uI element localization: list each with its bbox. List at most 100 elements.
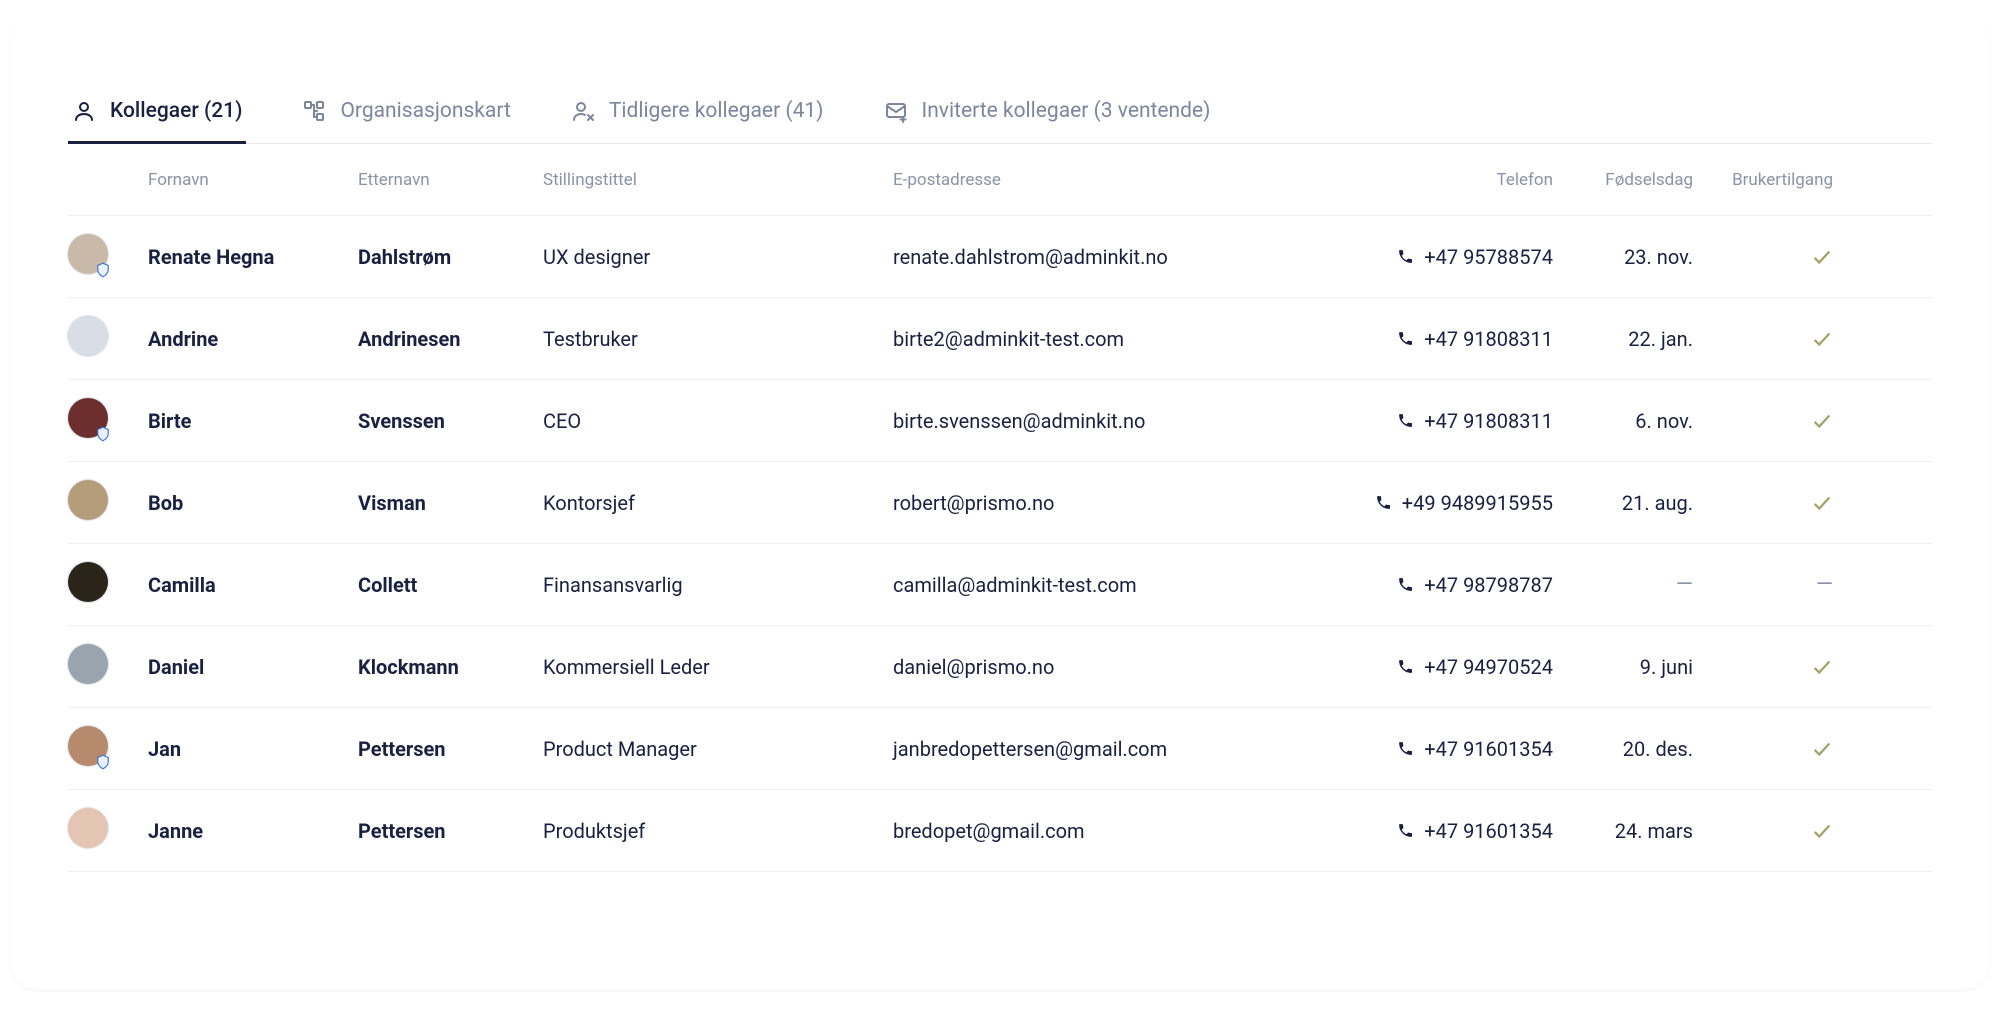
table-row[interactable]: DanielKlockmannKommersiell Lederdaniel@p… (68, 626, 1932, 708)
tabs-bar: Kollegaer (21) Organisasjonskart Tidligere… (68, 80, 1932, 144)
phone-icon (1397, 248, 1414, 265)
table-row[interactable]: Renate HegnaDahlstrømUX designerrenate.d… (68, 216, 1932, 298)
cell-title: Kontorsjef (543, 491, 893, 515)
check-icon (1811, 492, 1833, 514)
table-header-row: Fornavn Etternavn Stillingstittel E-post… (68, 144, 1932, 216)
tab-label: Tidligere kollegaer (41) (609, 99, 824, 123)
phone-icon (1397, 822, 1414, 839)
mail-plus-icon (884, 99, 908, 123)
cell-access (1693, 410, 1833, 432)
cell-phone[interactable]: +47 91601354 (1323, 819, 1553, 843)
col-header-last[interactable]: Etternavn (358, 170, 543, 190)
tab-mail-plus[interactable]: Inviterte kollegaer (3 ventende) (880, 80, 1215, 144)
cell-phone[interactable]: +47 91808311 (1323, 409, 1553, 433)
cell-email: birte.svenssen@adminkit.no (893, 409, 1323, 433)
phone-icon (1397, 412, 1414, 429)
table-row[interactable]: CamillaCollettFinansansvarligcamilla@adm… (68, 544, 1932, 626)
avatar[interactable] (68, 316, 108, 356)
table-row[interactable]: BirteSvenssenCEObirte.svenssen@adminkit.… (68, 380, 1932, 462)
table-body: Renate HegnaDahlstrømUX designerrenate.d… (68, 216, 1932, 872)
cell-first: Andrine (148, 327, 358, 351)
check-icon (1811, 410, 1833, 432)
cell-access (1693, 328, 1833, 350)
avatar[interactable] (68, 398, 108, 438)
cell-email: janbredopettersen@gmail.com (893, 737, 1323, 761)
cell-birthday: 9. juni (1553, 655, 1693, 679)
main-card: Kollegaer (21) Organisasjonskart Tidligere… (10, 10, 1990, 990)
tab-person[interactable]: Kollegaer (21) (68, 80, 246, 144)
phone-number: +49 9489915955 (1402, 491, 1553, 515)
cell-email: daniel@prismo.no (893, 655, 1323, 679)
tab-org[interactable]: Organisasjonskart (298, 80, 514, 144)
cell-email: birte2@adminkit-test.com (893, 327, 1323, 351)
phone-number: +47 95788574 (1424, 245, 1553, 269)
table-row[interactable]: AndrineAndrinesenTestbrukerbirte2@admink… (68, 298, 1932, 380)
cell-first: Jan (148, 737, 358, 761)
avatar[interactable] (68, 644, 108, 684)
cell-phone[interactable]: +47 91808311 (1323, 327, 1553, 351)
cell-title: CEO (543, 409, 893, 433)
cell-access (1693, 820, 1833, 842)
phone-icon (1397, 576, 1414, 593)
col-header-birthday[interactable]: Fødselsdag (1553, 170, 1693, 190)
check-icon (1811, 738, 1833, 760)
cell-birthday: 20. des. (1553, 737, 1693, 761)
cell-last: Visman (358, 491, 543, 515)
avatar[interactable] (68, 808, 108, 848)
tab-label: Organisasjonskart (340, 99, 510, 123)
cell-first: Janne (148, 819, 358, 843)
cell-title: Kommersiell Leder (543, 655, 893, 679)
col-header-title[interactable]: Stillingstittel (543, 170, 893, 190)
cell-last: Svenssen (358, 409, 543, 433)
shield-icon (94, 260, 112, 278)
col-header-access[interactable]: Brukertilgang (1693, 170, 1833, 190)
avatar[interactable] (68, 480, 108, 520)
cell-last: Pettersen (358, 737, 543, 761)
tab-person-x[interactable]: Tidligere kollegaer (41) (567, 80, 828, 144)
cell-phone[interactable]: +49 9489915955 (1323, 491, 1553, 515)
shield-icon (94, 424, 112, 442)
cell-first: Daniel (148, 655, 358, 679)
cell-last: Dahlstrøm (358, 245, 543, 269)
org-icon (302, 99, 326, 123)
col-header-email[interactable]: E-postadresse (893, 170, 1323, 190)
cell-title: Testbruker (543, 327, 893, 351)
col-header-phone[interactable]: Telefon (1323, 170, 1553, 190)
phone-number: +47 91601354 (1424, 737, 1553, 761)
cell-email: camilla@adminkit-test.com (893, 573, 1323, 597)
col-header-first[interactable]: Fornavn (148, 170, 358, 190)
table-row[interactable]: BobVismanKontorsjefrobert@prismo.no +49 9… (68, 462, 1932, 544)
phone-number: +47 91601354 (1424, 819, 1553, 843)
cell-phone[interactable]: +47 91601354 (1323, 737, 1553, 761)
shield-icon (94, 752, 112, 770)
cell-access (1693, 246, 1833, 268)
cell-access (1693, 656, 1833, 678)
check-icon (1811, 820, 1833, 842)
person-icon (72, 99, 96, 123)
avatar[interactable] (68, 562, 108, 602)
cell-last: Pettersen (358, 819, 543, 843)
cell-first: Bob (148, 491, 358, 515)
cell-phone[interactable]: +47 98798787 (1323, 573, 1553, 597)
cell-access (1693, 738, 1833, 760)
cell-birthday: 23. nov. (1553, 245, 1693, 269)
avatar[interactable] (68, 726, 108, 766)
cell-first: Camilla (148, 573, 358, 597)
cell-phone[interactable]: +47 95788574 (1323, 245, 1553, 269)
table-row[interactable]: JannePettersenProduktsjefbredopet@gmail.… (68, 790, 1932, 872)
phone-icon (1375, 494, 1392, 511)
cell-email: bredopet@gmail.com (893, 819, 1323, 843)
cell-last: Andrinesen (358, 327, 543, 351)
tab-label: Kollegaer (21) (110, 99, 242, 123)
cell-access (1693, 492, 1833, 514)
person-x-icon (571, 99, 595, 123)
phone-number: +47 91808311 (1424, 327, 1553, 351)
cell-email: robert@prismo.no (893, 491, 1323, 515)
avatar[interactable] (68, 234, 108, 274)
cell-last: Collett (358, 573, 543, 597)
table-row[interactable]: JanPettersenProduct Managerjanbredopette… (68, 708, 1932, 790)
cell-birthday: 22. jan. (1553, 327, 1693, 351)
phone-icon (1397, 330, 1414, 347)
check-icon (1811, 656, 1833, 678)
cell-phone[interactable]: +47 94970524 (1323, 655, 1553, 679)
